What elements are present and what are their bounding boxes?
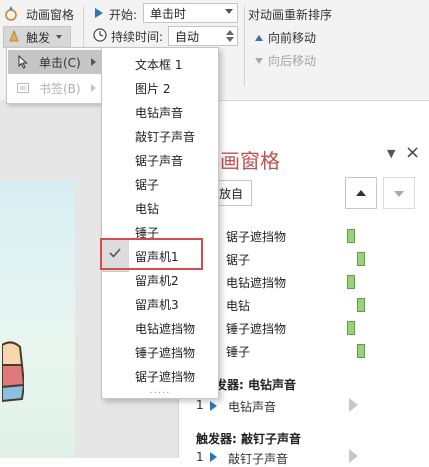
list-item[interactable]: 电钻遮挡物 (214, 271, 414, 294)
list-item-label: 电钻 (226, 299, 251, 313)
spin-up-icon[interactable] (226, 30, 234, 35)
clock-icon (93, 28, 107, 45)
trigger-item-label[interactable]: 电钻声音 (228, 398, 276, 415)
trigger-button[interactable]: 触发 (3, 26, 71, 48)
menu-more-grip[interactable]: ..... (102, 385, 218, 396)
menu-item[interactable]: 锤子遮挡物 (135, 344, 195, 361)
menu-item[interactable]: 电钻遮挡物 (135, 320, 195, 337)
menu-item[interactable]: 电钻 (135, 200, 159, 217)
chevron-down-icon (225, 9, 233, 14)
animation-pane-label: 动画窗格 (26, 8, 75, 22)
menu-item[interactable]: 锯子声音 (135, 152, 183, 169)
chevron-right-icon (91, 84, 96, 92)
menu-item[interactable]: 文本框 1 (135, 56, 182, 73)
triangle-up-icon (254, 31, 264, 45)
play-icon (210, 452, 217, 462)
trigger-item-number: 1 (196, 398, 204, 412)
trigger-group-label[interactable]: 触发器: 敲钉子声音 (196, 430, 301, 447)
bookmark-icon (15, 80, 31, 96)
menu-item[interactable]: 锯子遮挡物 (135, 368, 195, 385)
menu-item-bookmark[interactable]: 书签(B) (8, 76, 102, 100)
menu-item[interactable]: 敲钉子声音 (135, 128, 195, 145)
menu-item[interactable]: 电钻声音 (135, 104, 183, 121)
duration-value: 自动 (175, 29, 200, 44)
list-item[interactable]: 锯子 (214, 248, 414, 271)
menu-item[interactable]: 图片 2 (135, 80, 170, 97)
list-item-label: 电钻遮挡物 (226, 276, 287, 290)
list-item-label: 锤子遮挡物 (226, 322, 287, 336)
timeline-bar[interactable] (347, 275, 355, 289)
menu-item-label: 单击(C) (39, 55, 81, 70)
duration-spinner[interactable]: 自动 (168, 26, 238, 46)
menu-item[interactable]: 留声机3 (135, 296, 179, 313)
start-select-value: 单击时 (150, 6, 187, 21)
start-select[interactable]: 单击时 (143, 3, 238, 23)
ribbon-divider (244, 6, 245, 86)
timeline-bar[interactable] (347, 229, 355, 243)
triangle-up-icon (356, 190, 366, 196)
slide-preview[interactable] (0, 180, 75, 458)
menu-item-on-click[interactable]: 单击(C) (8, 50, 102, 74)
move-earlier-button[interactable]: 向前移动 (254, 29, 316, 46)
chevron-down-icon (56, 35, 63, 39)
timeline-bar[interactable] (357, 252, 365, 266)
play-icon (210, 401, 217, 411)
start-label-group: 开始: (93, 6, 137, 23)
trigger-item-label[interactable]: 敲钉子声音 (228, 450, 288, 467)
menu-item[interactable]: 留声机2 (135, 272, 179, 289)
move-earlier-label: 向前移动 (268, 31, 317, 45)
timeline-bar[interactable] (357, 298, 365, 312)
menu-item-label: 书签(B) (39, 81, 81, 96)
move-later-button[interactable]: 向后移动 (254, 52, 316, 69)
move-down-button[interactable] (383, 177, 415, 209)
list-item-label: 锤子 (226, 345, 251, 359)
close-icon[interactable]: × (405, 142, 420, 163)
highlight-annotation (100, 238, 203, 270)
move-later-label: 向后移动 (268, 54, 317, 68)
move-up-button[interactable] (345, 177, 377, 209)
list-item[interactable]: 锤子遮挡物 (214, 317, 414, 340)
animation-list: 锯子遮挡物 锯子 电钻遮挡物 电钻 锤子遮挡物 锤子 (214, 225, 414, 363)
trigger-item-number: 1 (196, 450, 204, 464)
timeline-bar[interactable] (347, 321, 355, 335)
duration-label: 持续时间: (111, 30, 164, 44)
animation-pane-button[interactable]: 动画窗格 (4, 4, 74, 25)
slide-character-image[interactable] (0, 335, 26, 408)
list-item[interactable]: 锯子遮挡物 (214, 225, 414, 248)
play-icon (349, 398, 358, 412)
chevron-down-icon[interactable]: ▼ (387, 147, 395, 160)
chevron-right-icon (91, 58, 96, 66)
object-menu: 文本框 1 图片 2 电钻声音 敲钉子声音 锯子声音 锯子 电钻 锤子 留声机1… (101, 47, 219, 399)
trigger-menu: 单击(C) 书签(B) (6, 47, 104, 104)
animation-pane-icon (4, 4, 22, 25)
triangle-down-icon (394, 191, 404, 197)
list-item-label: 锯子遮挡物 (226, 230, 287, 244)
duration-label-group: 持续时间: (93, 28, 163, 45)
list-item[interactable]: 电钻 (214, 294, 414, 317)
timeline-bar[interactable] (357, 344, 365, 358)
reorder-label: 对动画重新排序 (248, 8, 333, 22)
start-label: 开始: (109, 8, 138, 22)
spin-down-icon[interactable] (226, 37, 234, 42)
triangle-down-icon (254, 54, 264, 68)
cursor-icon (15, 54, 31, 70)
list-item[interactable]: 锤子 (214, 340, 414, 363)
list-item-label: 锯子 (226, 253, 251, 267)
menu-item[interactable]: 锯子 (135, 176, 159, 193)
trigger-label: 触发 (26, 30, 51, 45)
play-icon (93, 7, 105, 22)
trigger-icon (6, 28, 22, 47)
play-icon (349, 449, 358, 463)
